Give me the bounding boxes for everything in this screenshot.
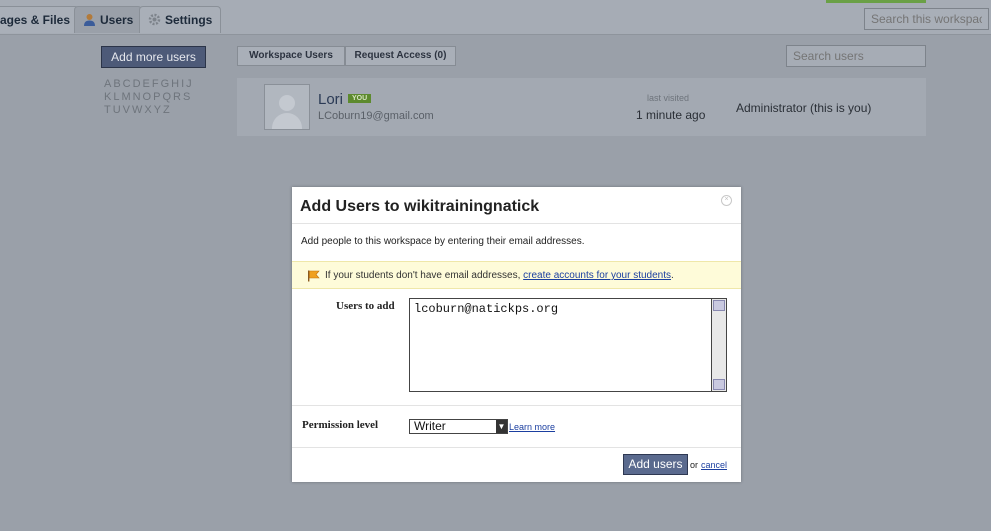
user-email: LCoburn19@gmail.com	[318, 110, 434, 122]
student-accounts-note: If your students don't have email addres…	[292, 261, 741, 289]
permission-level-select[interactable]: Writer ▼	[409, 419, 508, 434]
dialog-description: Add people to this workspace by entering…	[301, 236, 585, 247]
add-more-users-button[interactable]: Add more users	[101, 46, 206, 68]
textarea-scrollbar[interactable]	[711, 298, 727, 392]
permission-level-value: Writer	[414, 419, 446, 433]
or-text: or	[690, 460, 699, 470]
tab-pages-files[interactable]: ages & Files	[0, 6, 80, 33]
tab-settings-label: Settings	[165, 13, 213, 27]
cancel-link[interactable]: cancel	[701, 460, 727, 470]
scroll-down-arrow-icon[interactable]	[713, 379, 725, 390]
users-icon	[83, 9, 96, 26]
users-to-add-textarea[interactable]: lcoburn@natickps.org	[409, 298, 726, 392]
user-name[interactable]: Lori	[318, 91, 343, 108]
subtab-workspace-users[interactable]: Workspace Users	[237, 46, 345, 66]
top-tab-bar: ages & Files Users Settings	[0, 0, 991, 35]
users-search-input[interactable]	[786, 45, 926, 67]
tab-pages-files-label: ages & Files	[0, 13, 71, 27]
alphabet-row[interactable]: TUVWXYZ	[104, 104, 204, 117]
note-suffix: .	[671, 270, 674, 281]
tab-settings[interactable]: Settings	[139, 6, 222, 33]
workspace-search-input[interactable]	[864, 8, 989, 30]
add-users-dialog: Add Users to wikitrainingnatick × Add pe…	[292, 187, 741, 482]
close-icon[interactable]: ×	[721, 195, 732, 206]
chevron-down-icon[interactable]: ▼	[496, 420, 507, 433]
scroll-up-arrow-icon[interactable]	[713, 300, 725, 311]
subtab-request-access[interactable]: Request Access (0)	[345, 46, 456, 66]
avatar-head	[279, 95, 295, 111]
last-visited-value: 1 minute ago	[636, 108, 706, 122]
alphabet-row[interactable]: KLMNOPQRS	[104, 91, 204, 104]
you-badge: YOU	[348, 94, 372, 103]
note-text: If your students don't have email addres…	[325, 270, 674, 281]
note-prefix: If your students don't have email addres…	[325, 270, 521, 281]
alphabet-filter: ABCDEFGHIJ KLMNOPQRS TUVWXYZ	[104, 78, 204, 117]
page-overlay: ages & Files Users Settings Add more use…	[0, 0, 991, 531]
users-to-add-label: Users to add	[336, 300, 395, 312]
settings-gear-icon	[148, 9, 161, 26]
divider	[292, 405, 741, 406]
divider	[292, 223, 741, 224]
last-visited-label: last visited	[647, 93, 690, 103]
dialog-title: Add Users to wikitrainingnatick	[300, 198, 540, 215]
permission-level-label: Permission level	[302, 419, 379, 431]
add-users-button[interactable]: Add users	[623, 454, 688, 475]
learn-more-link[interactable]: Learn more	[509, 422, 555, 432]
user-role: Administrator (this is you)	[736, 101, 872, 115]
avatar-body	[272, 113, 302, 129]
alphabet-row[interactable]: ABCDEFGHIJ	[104, 78, 204, 91]
divider	[292, 447, 741, 448]
flag-icon	[307, 270, 321, 285]
avatar	[264, 84, 310, 130]
create-student-accounts-link[interactable]: create accounts for your students	[523, 270, 671, 281]
tab-users-label: Users	[100, 13, 134, 27]
accent-strip	[826, 0, 926, 3]
tab-users[interactable]: Users	[74, 6, 143, 33]
user-row: Lori YOU LCoburn19@gmail.com last visite…	[237, 78, 926, 136]
